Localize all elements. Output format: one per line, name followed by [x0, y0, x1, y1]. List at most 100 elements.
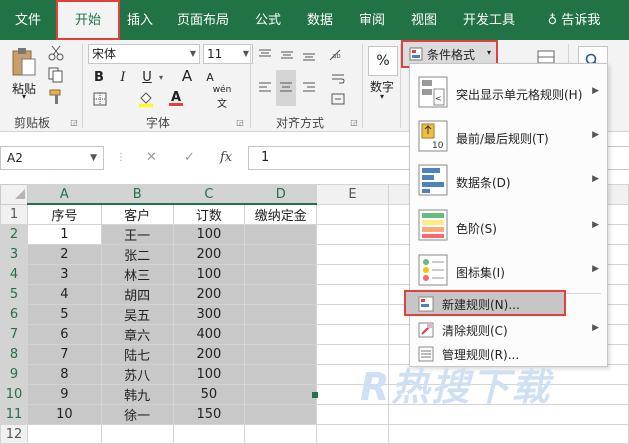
insert-function-button[interactable]: fx — [220, 148, 240, 168]
header-cell-customer[interactable]: 客户 — [100, 203, 174, 225]
row-header[interactable]: 8 — [0, 344, 28, 365]
number-format-button[interactable]: % — [368, 46, 398, 76]
align-bottom-icon[interactable] — [300, 46, 318, 64]
fill-handle[interactable] — [312, 392, 318, 398]
menu-item-icon-sets[interactable]: 图标集(I) ▶ — [410, 250, 607, 292]
tab-developer[interactable]: 开发工具 — [456, 0, 522, 40]
menu-item-highlight-rules[interactable]: < 突出显示单元格规则(H) ▶ — [410, 70, 607, 116]
align-right-icon[interactable] — [300, 70, 318, 106]
merge-center-icon[interactable] — [328, 90, 348, 108]
row-header[interactable]: 3 — [0, 244, 28, 265]
table-cell[interactable]: 苏八 — [100, 364, 174, 385]
row-header[interactable]: 1 — [0, 203, 28, 225]
menu-item-top-bottom-rules[interactable]: 10 最前/最后规则(T) ▶ — [410, 116, 607, 158]
table-cell[interactable]: 400 — [172, 324, 246, 345]
table-cell[interactable]: 王一 — [100, 224, 174, 245]
column-header-e[interactable]: E — [316, 184, 389, 205]
header-cell-deposit[interactable]: 缴纳定金 — [244, 203, 318, 225]
table-cell[interactable] — [244, 304, 318, 325]
font-launcher-icon[interactable]: ◲ — [236, 118, 244, 127]
font-name-select[interactable]: 宋体 ▼ — [88, 44, 200, 64]
table-cell[interactable]: 2 — [26, 244, 102, 265]
table-cell[interactable]: 100 — [172, 264, 246, 285]
underline-button[interactable]: U — [138, 68, 156, 86]
table-cell[interactable]: 章六 — [100, 324, 174, 345]
table-cell[interactable]: 300 — [172, 304, 246, 325]
table-cell[interactable]: 陆七 — [100, 344, 174, 365]
row-header[interactable]: 9 — [0, 364, 28, 385]
table-cell[interactable] — [244, 364, 318, 385]
table-cell[interactable] — [244, 384, 318, 405]
table-cell[interactable]: 9 — [26, 384, 102, 405]
tell-me-box[interactable]: ♁ 告诉我 — [534, 0, 614, 40]
tab-view[interactable]: 视图 — [404, 0, 444, 40]
borders-icon[interactable] — [90, 90, 110, 108]
empty-cell[interactable] — [100, 424, 174, 444]
table-cell[interactable]: 200 — [172, 244, 246, 265]
tab-formulas[interactable]: 公式 — [248, 0, 288, 40]
column-header-a[interactable]: A — [26, 184, 102, 205]
empty-cell[interactable] — [316, 284, 389, 305]
table-cell[interactable] — [244, 244, 318, 265]
tab-file[interactable]: 文件 — [0, 0, 56, 40]
table-cell[interactable]: 7 — [26, 344, 102, 365]
paste-dropdown-icon[interactable]: ▾ — [22, 92, 26, 101]
align-left-icon[interactable] — [256, 70, 274, 106]
empty-cell[interactable] — [316, 304, 389, 325]
cut-icon[interactable] — [46, 44, 66, 62]
row-header[interactable]: 6 — [0, 304, 28, 325]
table-cell[interactable]: 5 — [26, 304, 102, 325]
table-cell[interactable] — [244, 344, 318, 365]
copy-icon[interactable] — [46, 66, 66, 84]
select-all-corner[interactable] — [0, 184, 28, 205]
table-cell[interactable]: 胡四 — [100, 284, 174, 305]
menu-item-color-scales[interactable]: 色阶(S) ▶ — [410, 204, 607, 248]
table-cell[interactable] — [244, 224, 318, 245]
row-header[interactable]: 5 — [0, 284, 28, 305]
bold-button[interactable]: B — [90, 68, 108, 86]
table-cell[interactable]: 吴五 — [100, 304, 174, 325]
fill-color-icon[interactable] — [136, 90, 156, 108]
empty-cell[interactable] — [387, 424, 629, 444]
tab-page-layout[interactable]: 页面布局 — [170, 0, 236, 40]
table-cell[interactable]: 张二 — [100, 244, 174, 265]
table-cell[interactable]: 林三 — [100, 264, 174, 285]
row-header[interactable]: 4 — [0, 264, 28, 285]
orientation-icon[interactable]: ab — [324, 46, 348, 64]
row-header[interactable]: 7 — [0, 324, 28, 345]
table-cell[interactable] — [244, 264, 318, 285]
table-cell[interactable]: 50 — [172, 384, 246, 405]
tab-data[interactable]: 数据 — [300, 0, 340, 40]
empty-cell[interactable] — [316, 224, 389, 245]
empty-cell[interactable] — [316, 424, 389, 444]
menu-item-data-bars[interactable]: 数据条(D) ▶ — [410, 160, 607, 202]
table-cell[interactable]: 韩九 — [100, 384, 174, 405]
table-cell[interactable]: 3 — [26, 264, 102, 285]
table-cell[interactable]: 200 — [172, 284, 246, 305]
alignment-launcher-icon[interactable]: ◲ — [350, 118, 358, 127]
empty-cell[interactable] — [172, 424, 246, 444]
clipboard-launcher-icon[interactable]: ◲ — [70, 118, 78, 127]
table-cell[interactable]: 4 — [26, 284, 102, 305]
grow-font-button[interactable]: A — [176, 66, 198, 86]
row-header[interactable]: 2 — [0, 224, 28, 245]
header-cell-orders[interactable]: 订数 — [172, 203, 246, 225]
row-header[interactable]: 10 — [0, 384, 28, 405]
table-cell[interactable]: 1 — [26, 224, 102, 245]
menu-item-new-rule[interactable]: 新建规则(N)... — [404, 290, 566, 316]
empty-cell[interactable] — [244, 424, 318, 444]
underline-dropdown-icon[interactable]: ▾ — [156, 70, 166, 84]
header-cell-seq[interactable]: 序号 — [26, 203, 102, 225]
row-header[interactable]: 12 — [0, 424, 28, 444]
font-color-icon[interactable]: A — [166, 88, 186, 108]
table-cell[interactable]: 6 — [26, 324, 102, 345]
table-cell[interactable]: 8 — [26, 364, 102, 385]
table-cell[interactable] — [244, 324, 318, 345]
column-header-d[interactable]: D — [244, 184, 318, 205]
empty-cell[interactable] — [316, 324, 389, 345]
wrap-text-icon[interactable] — [328, 70, 348, 88]
number-dropdown-icon[interactable]: ▾ — [380, 92, 384, 101]
format-painter-icon[interactable] — [46, 88, 66, 106]
align-top-icon[interactable] — [256, 46, 274, 64]
table-cell[interactable] — [244, 284, 318, 305]
